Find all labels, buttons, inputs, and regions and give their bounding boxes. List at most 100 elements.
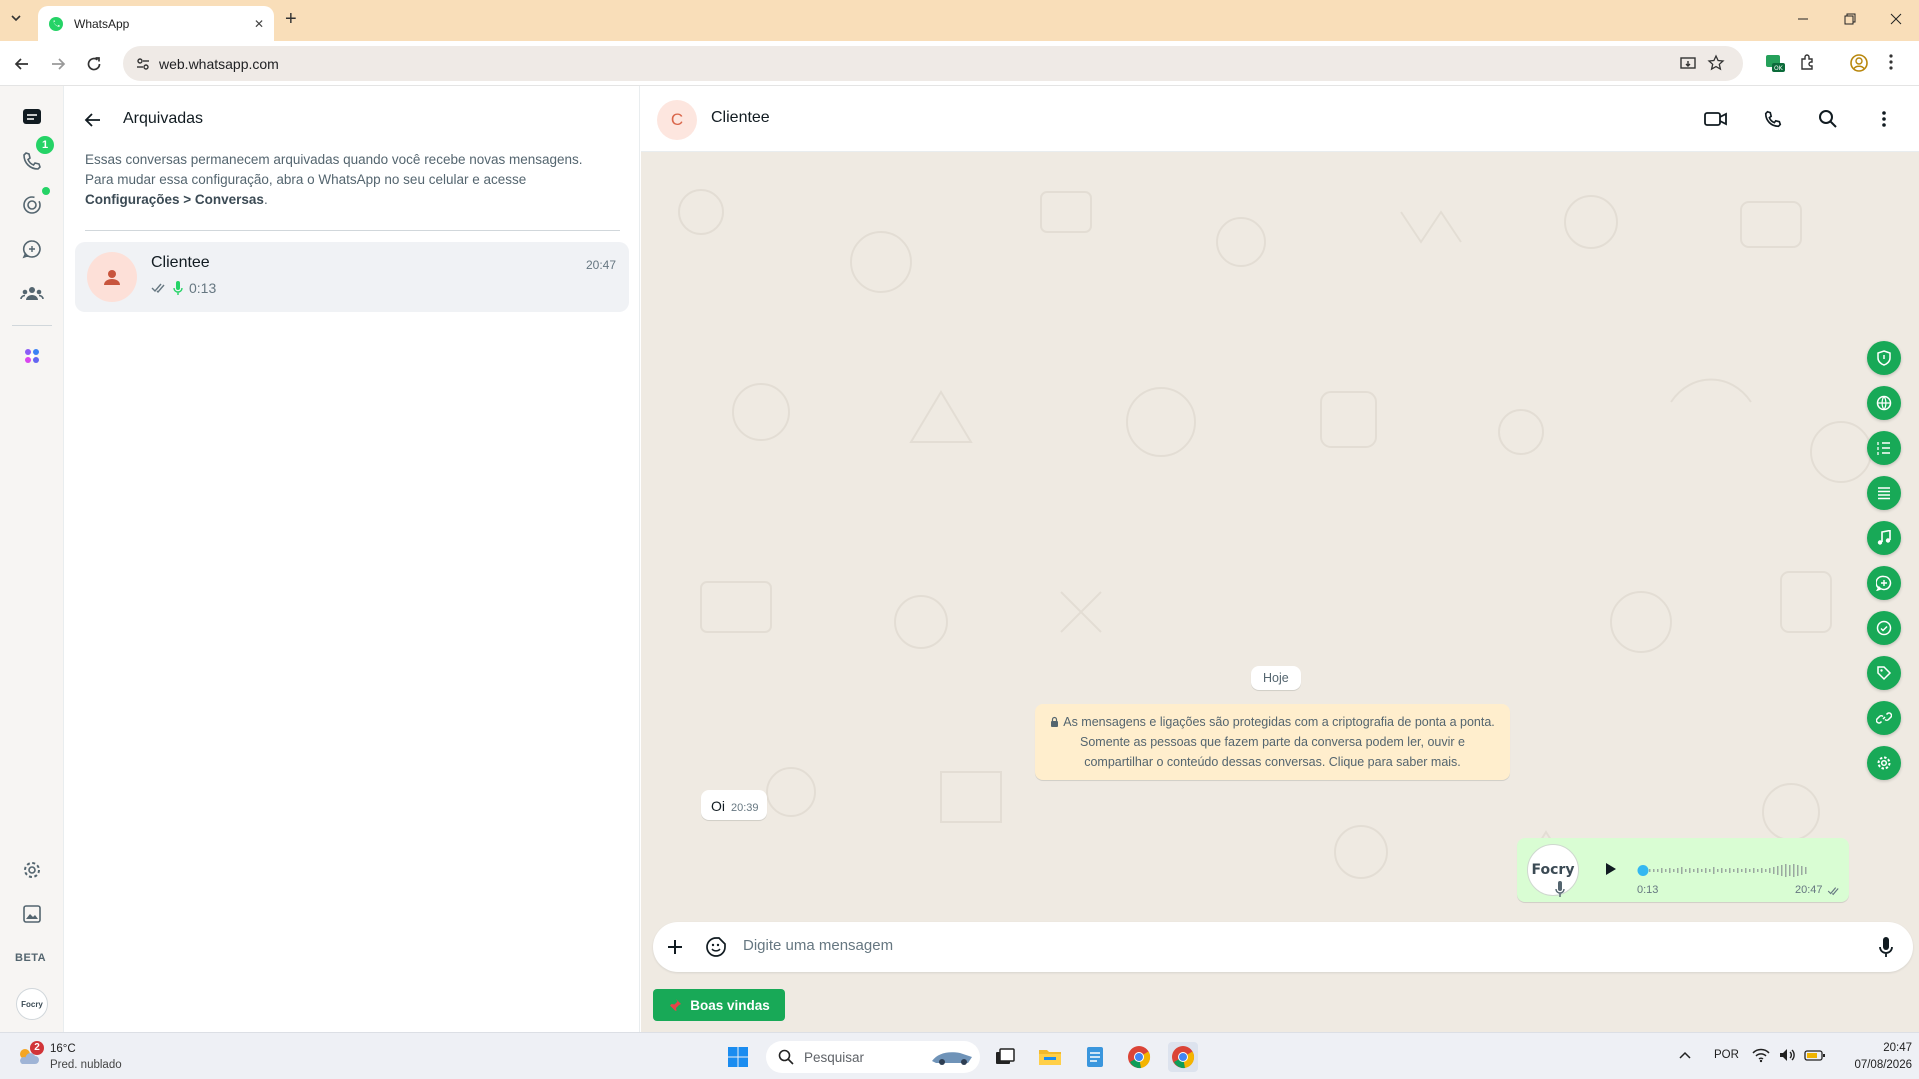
browser-menu-icon[interactable] — [1888, 53, 1894, 71]
profile-icon[interactable] — [1849, 53, 1869, 73]
audio-duration: 0:13 — [1637, 884, 1659, 896]
clock-time[interactable]: 20:47 — [1872, 1042, 1912, 1054]
new-tab-button[interactable]: + — [285, 9, 297, 29]
communities-icon[interactable] — [14, 275, 50, 311]
minimize-icon[interactable] — [1796, 12, 1810, 26]
link-icon[interactable] — [1867, 701, 1901, 735]
site-settings-icon[interactable] — [135, 56, 151, 72]
clock-check-icon[interactable] — [1867, 611, 1901, 645]
add-chat-icon[interactable] — [1867, 566, 1901, 600]
search-highlight-image — [932, 1052, 972, 1065]
close-tab-icon[interactable]: ✕ — [254, 17, 264, 31]
archived-title: Arquivadas — [123, 110, 204, 127]
address-bar[interactable]: web.whatsapp.com — [123, 46, 1743, 81]
video-call-icon[interactable] — [1701, 104, 1731, 134]
numbered-list-icon[interactable] — [1867, 431, 1901, 465]
reload-icon[interactable] — [85, 55, 103, 73]
double-check-icon — [151, 283, 165, 294]
file-explorer-icon[interactable] — [1035, 1042, 1065, 1072]
navigation-rail: 1 BETA Focry — [0, 86, 64, 1032]
settings-gear-icon[interactable] — [14, 852, 50, 888]
extensions-puzzle-icon[interactable] — [1799, 53, 1817, 71]
show-hidden-icons-chevron-icon[interactable] — [1678, 1050, 1692, 1060]
beta-label: BETA — [15, 952, 47, 964]
install-app-icon[interactable] — [1679, 55, 1697, 73]
chrome-icon[interactable] — [1124, 1042, 1154, 1072]
clock-date[interactable]: 07/08/2026 — [1844, 1059, 1912, 1071]
conversation-menu-icon[interactable] — [1869, 104, 1899, 134]
battery-icon — [1804, 1050, 1825, 1061]
archived-desc-line1: Essas conversas permanecem arquivadas qu… — [85, 152, 583, 167]
channels-icon[interactable] — [14, 231, 50, 267]
restore-icon[interactable] — [1843, 12, 1857, 26]
sticker-emoji-icon[interactable] — [705, 936, 727, 958]
incoming-message[interactable]: Oi 20:39 — [701, 790, 767, 820]
chat-time: 20:47 — [586, 258, 617, 272]
chat-preview: 0:13 — [151, 280, 216, 296]
svg-text:OK: OK — [1774, 65, 1784, 72]
archived-divider — [85, 230, 620, 231]
message-composer: Digite uma mensagem — [653, 922, 1913, 972]
browser-toolbar: web.whatsapp.com OK — [0, 41, 1919, 86]
chats-icon[interactable] — [14, 99, 50, 135]
taskbar-search-icon — [778, 1049, 794, 1065]
shield-icon[interactable] — [1867, 341, 1901, 375]
welcome-button-label: Boas vindas — [690, 997, 770, 1013]
forward-icon[interactable] — [49, 55, 67, 73]
volume-icon — [1780, 1049, 1795, 1061]
chrome-active-icon[interactable] — [1168, 1042, 1198, 1072]
conversation-header[interactable]: C Clientee — [641, 86, 1919, 152]
conversation-panel: C Clientee Hoje As mensagens e ligações … — [641, 86, 1919, 1032]
windows-taskbar: 2 16°C Pred. nublado Pesquisar POR 20:47… — [0, 1032, 1919, 1079]
conversation-contact-name[interactable]: Clientee — [711, 109, 770, 127]
list-icon[interactable] — [1867, 476, 1901, 510]
close-window-icon[interactable] — [1889, 12, 1903, 26]
outgoing-audio-message[interactable]: Focry 0:13 20:47 — [1517, 838, 1849, 902]
date-separator: Hoje — [1251, 666, 1301, 690]
task-view-icon[interactable] — [990, 1042, 1020, 1072]
media-gallery-icon[interactable] — [14, 896, 50, 932]
archived-desc-settings-path: Configurações > Conversas — [85, 192, 264, 207]
globe-icon[interactable] — [1867, 386, 1901, 420]
attach-plus-icon[interactable] — [665, 937, 685, 957]
weather-desc: Pred. nublado — [50, 1059, 122, 1071]
search-icon[interactable] — [1813, 104, 1843, 134]
weather-badge: 2 — [30, 1041, 44, 1055]
system-tray[interactable] — [1752, 1047, 1826, 1063]
archived-desc-line2: Para mudar essa configuração, abra o Wha… — [85, 172, 527, 187]
chat-list-item[interactable]: Clientee 20:47 0:13 — [75, 242, 629, 312]
double-check-icon — [1827, 886, 1841, 896]
voice-call-icon[interactable] — [1758, 104, 1788, 134]
calls-badge: 1 — [36, 136, 54, 154]
wifi-icon — [1752, 1048, 1770, 1063]
music-note-icon[interactable] — [1867, 521, 1901, 555]
welcome-quick-reply-button[interactable]: Boas vindas — [653, 989, 785, 1021]
play-icon[interactable] — [1605, 862, 1617, 876]
url-text: web.whatsapp.com — [159, 55, 279, 72]
language-indicator[interactable]: POR — [1714, 1049, 1739, 1061]
profile-avatar[interactable]: Focry — [16, 988, 48, 1020]
back-arrow-icon[interactable] — [83, 110, 103, 130]
browser-tab-whatsapp[interactable]: WhatsApp ✕ — [38, 6, 274, 41]
encryption-notice[interactable]: As mensagens e ligações são protegidas c… — [1035, 704, 1510, 780]
back-icon[interactable] — [13, 55, 31, 73]
windows-start-icon[interactable] — [723, 1042, 753, 1072]
archived-desc-end: . — [263, 192, 268, 207]
taskbar-search[interactable]: Pesquisar — [766, 1041, 980, 1073]
gear-icon[interactable] — [1867, 746, 1901, 780]
chat-wallpaper — [678, 189, 1872, 879]
message-input[interactable]: Digite uma mensagem — [743, 937, 893, 954]
conversation-avatar[interactable]: C — [657, 100, 697, 140]
tab-search-chevron-icon[interactable] — [8, 10, 24, 26]
notepad-icon[interactable] — [1080, 1042, 1110, 1072]
voice-record-mic-icon[interactable] — [1879, 936, 1893, 958]
status-dot — [42, 187, 50, 195]
bookmark-star-icon[interactable] — [1707, 54, 1725, 72]
taskbar-search-placeholder: Pesquisar — [804, 1049, 865, 1065]
person-icon — [104, 270, 120, 285]
audio-waveform[interactable] — [1637, 858, 1825, 882]
extension-ok-icon[interactable]: OK — [1764, 52, 1786, 74]
meta-ai-icon[interactable] — [14, 338, 50, 374]
microphone-icon — [173, 281, 183, 295]
tag-icon[interactable] — [1867, 656, 1901, 690]
